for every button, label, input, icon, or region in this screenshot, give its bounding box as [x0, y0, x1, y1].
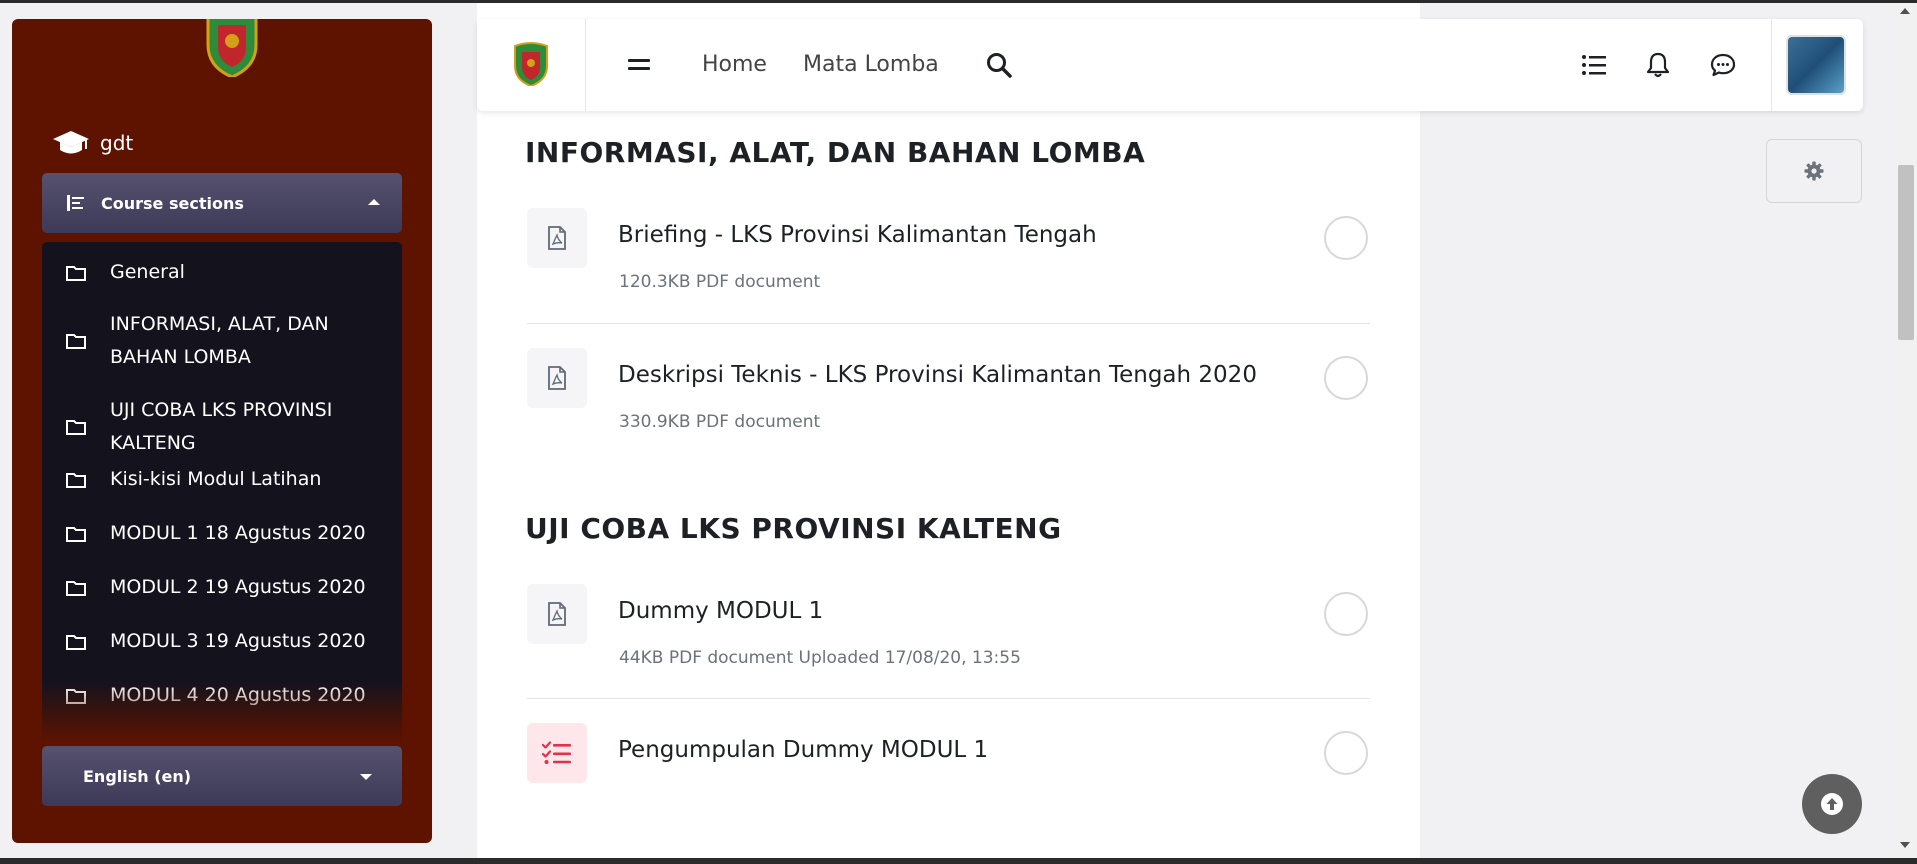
nav-home-link[interactable]: Home [702, 50, 767, 80]
window-bottom-border [0, 858, 1917, 864]
site-logo-icon [206, 19, 258, 77]
folder-icon [66, 634, 86, 650]
course-title-link[interactable]: gdt [52, 127, 133, 159]
scrollbar-thumb[interactable] [1898, 165, 1914, 340]
graduation-cap-icon [53, 131, 89, 154]
pdf-icon [527, 208, 587, 268]
folder-icon [66, 472, 86, 488]
navbar-divider [1771, 19, 1772, 111]
folder-icon [66, 265, 86, 281]
site-logo-icon[interactable] [512, 40, 550, 86]
section-item-modul-1[interactable]: MODUL 1 18 Agustus 2020 [42, 517, 402, 550]
activity-item: Pengumpulan Dummy MODUL 1 [527, 723, 1370, 787]
section-item-informasi[interactable]: INFORMASI, ALAT, DAN BAHAN LOMBA [42, 308, 402, 374]
folder-icon [66, 580, 86, 596]
pdf-icon [527, 584, 587, 644]
folder-icon [66, 688, 86, 704]
completion-checkbox[interactable] [1324, 216, 1368, 260]
activity-link[interactable]: Briefing - LKS Provinsi Kalimantan Tenga… [618, 222, 1097, 248]
section-item-general[interactable]: General [42, 256, 402, 289]
activity-meta: 330.9KB PDF document [619, 412, 821, 432]
activity-meta: 44KB PDF document Uploaded 17/08/20, 13:… [619, 648, 1021, 668]
activity-item: Briefing - LKS Provinsi Kalimantan Tenga… [527, 208, 1370, 308]
folder-icon [66, 420, 86, 435]
chevron-down-icon [360, 774, 372, 780]
course-sections-toggle[interactable]: Course sections [42, 173, 402, 233]
back-to-top-button[interactable] [1802, 774, 1862, 834]
scroll-down-arrow-icon[interactable] [1900, 842, 1910, 848]
course-sections-list: General INFORMASI, ALAT, DAN BAHAN LOMBA… [42, 242, 402, 742]
scroll-up-arrow-icon[interactable] [1900, 8, 1910, 14]
activity-link[interactable]: Dummy MODUL 1 [618, 598, 823, 624]
section-item-label: General [110, 261, 185, 283]
align-left-icon [67, 195, 84, 211]
activity-divider [527, 698, 1370, 699]
section-title: INFORMASI, ALAT, DAN BAHAN LOMBA [525, 136, 1146, 169]
top-navbar: Home Mata Lomba [477, 19, 1863, 111]
completion-checkbox[interactable] [1324, 592, 1368, 636]
course-index-drawer: gdt Course sections General INFORMASI, A… [12, 19, 432, 843]
page-scrollbar[interactable] [1895, 3, 1917, 858]
section-item-label: MODUL 2 19 Agustus 2020 [110, 576, 366, 598]
pdf-icon [527, 348, 587, 408]
menu-icon[interactable] [628, 57, 650, 73]
section-item-modul-2[interactable]: MODUL 2 19 Agustus 2020 [42, 571, 402, 604]
chat-icon[interactable] [1709, 51, 1737, 79]
folder-icon [66, 334, 86, 349]
language-label: English (en) [83, 766, 192, 786]
section-item-modul-3[interactable]: MODUL 3 19 Agustus 2020 [42, 625, 402, 658]
language-selector[interactable]: English (en) [42, 746, 402, 806]
section-item-modul-4[interactable]: MODUL 4 20 Agustus 2020 [42, 679, 402, 712]
navbar-divider [585, 19, 586, 111]
list-icon[interactable] [1580, 51, 1608, 79]
activity-divider [527, 323, 1370, 324]
completion-checkbox[interactable] [1324, 731, 1368, 775]
section-item-label: Kisi-kisi Modul Latihan [110, 468, 322, 490]
section-item-label: MODUL 3 19 Agustus 2020 [110, 630, 366, 652]
activity-item: Dummy MODUL 1 44KB PDF document Uploaded… [527, 584, 1370, 684]
activity-link[interactable]: Pengumpulan Dummy MODUL 1 [618, 737, 988, 763]
course-settings-button[interactable] [1766, 139, 1862, 203]
gear-icon [1804, 161, 1824, 181]
activity-meta: 120.3KB PDF document [619, 272, 821, 292]
activity-item: Deskripsi Teknis - LKS Provinsi Kalimant… [527, 348, 1370, 448]
course-short-name: gdt [100, 131, 134, 155]
section-item-label: MODUL 4 20 Agustus 2020 [110, 684, 366, 706]
section-item-label: MODUL 1 18 Agustus 2020 [110, 522, 366, 544]
course-sections-label: Course sections [101, 193, 244, 213]
section-item-label: INFORMASI, ALAT, DAN BAHAN LOMBA [110, 313, 329, 368]
section-title: UJI COBA LKS PROVINSI KALTENG [525, 512, 1062, 545]
nav-mata-lomba-link[interactable]: Mata Lomba [803, 50, 939, 80]
section-item-kisi-kisi[interactable]: Kisi-kisi Modul Latihan [42, 463, 402, 496]
right-drawer-area [1420, 3, 1895, 858]
bell-icon[interactable] [1644, 51, 1672, 79]
section-item-label: UJI COBA LKS PROVINSI KALTENG [110, 399, 333, 454]
user-avatar[interactable] [1786, 35, 1846, 95]
activity-link[interactable]: Deskripsi Teknis - LKS Provinsi Kalimant… [618, 362, 1257, 388]
arrow-up-circle-icon [1821, 793, 1843, 815]
completion-checkbox[interactable] [1324, 356, 1368, 400]
search-icon[interactable] [986, 52, 1012, 78]
chevron-up-icon [368, 199, 380, 205]
assignment-icon [527, 723, 587, 783]
section-item-uji-coba[interactable]: UJI COBA LKS PROVINSI KALTENG [42, 394, 402, 460]
folder-icon [66, 526, 86, 542]
